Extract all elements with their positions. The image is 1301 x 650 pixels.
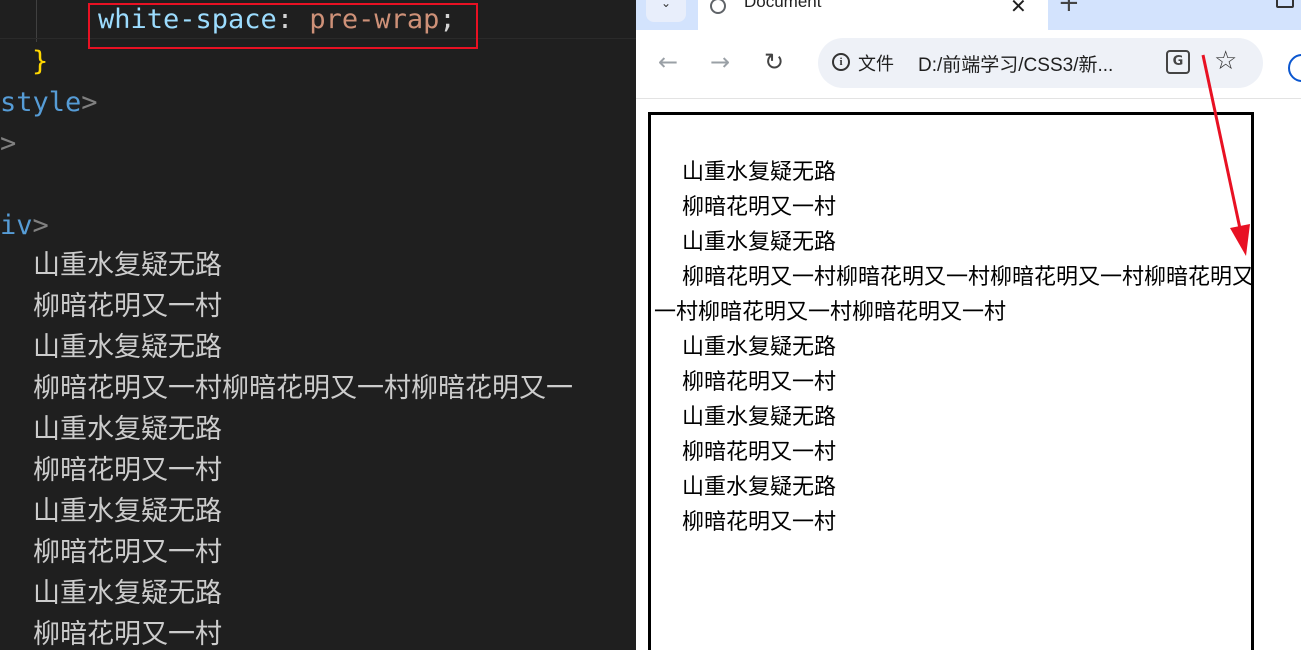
url-text[interactable]: D:/前端学习/CSS3/新... <box>918 50 1113 77</box>
tab-search-button[interactable]: ⌄ <box>646 0 686 22</box>
editor-text-line[interactable]: 柳暗花明又一村柳暗花明又一村柳暗花明又一 <box>33 369 573 409</box>
editor-text-line[interactable]: 山重水复疑无路 <box>33 246 222 286</box>
close-brace: } <box>32 46 49 77</box>
site-info-chip[interactable]: 文件 <box>858 50 894 76</box>
editor-text-line[interactable]: 柳暗花明又一村 <box>33 287 222 327</box>
editor-text-line[interactable]: 柳暗花明又一村 <box>33 533 222 573</box>
info-icon[interactable]: i <box>832 53 850 71</box>
tab-title: Document <box>744 0 822 11</box>
editor-text-line[interactable]: 山重水复疑无路 <box>33 574 222 614</box>
code-line-close-brace[interactable]: } <box>32 42 48 82</box>
editor-text-line[interactable]: 山重水复疑无路 <box>33 492 222 532</box>
tab-document[interactable]: Document ✕ <box>698 0 1048 30</box>
div-tag: iv <box>0 210 33 241</box>
address-bar[interactable]: i 文件 D:/前端学习/CSS3/新... G ☆ <box>818 38 1263 88</box>
star-icon[interactable]: ☆ <box>1214 46 1237 76</box>
profile-icon[interactable] <box>1288 54 1301 82</box>
angle-bracket: > <box>0 128 17 159</box>
code-editor[interactable]: white-space: pre-wrap; } style> > iv> 山重… <box>0 0 636 650</box>
code-line-style-close[interactable]: style> <box>0 83 98 123</box>
forward-button[interactable]: → <box>710 48 730 76</box>
demo-div-text: 山重水复疑无路 柳暗花明又一村 山重水复疑无路 柳暗花明又一村柳暗花明又一村柳暗… <box>654 160 1254 535</box>
chevron-down-icon: ⌄ <box>661 0 672 10</box>
editor-text-line[interactable]: 山重水复疑无路 <box>33 328 222 368</box>
browser-window: ⌄ Document ✕ + ← → ↻ i 文件 D:/前端学习/CSS3/新… <box>636 0 1301 650</box>
editor-text-line[interactable]: 柳暗花明又一村 <box>33 615 222 650</box>
page-viewport: 山重水复疑无路 柳暗花明又一村 山重水复疑无路 柳暗花明又一村柳暗花明又一村柳暗… <box>636 99 1301 650</box>
highlight-box <box>88 3 478 49</box>
style-tag: style <box>0 87 82 118</box>
browser-toolbar: ← → ↻ i 文件 D:/前端学习/CSS3/新... G ☆ <box>636 30 1301 99</box>
reload-button[interactable]: ↻ <box>764 48 784 76</box>
back-button[interactable]: ← <box>658 48 678 76</box>
code-line-head-close[interactable]: > <box>0 124 16 164</box>
tab-strip: ⌄ Document ✕ + <box>636 0 1301 30</box>
window-maximize-button[interactable] <box>1276 0 1294 8</box>
indent-guide <box>36 0 37 42</box>
close-icon[interactable]: ✕ <box>1010 0 1027 18</box>
angle-bracket: > <box>32 210 49 241</box>
new-tab-button[interactable]: + <box>1058 0 1080 18</box>
angle-bracket: > <box>81 87 98 118</box>
code-line-div-open[interactable]: iv> <box>0 206 49 246</box>
editor-text-line[interactable]: 山重水复疑无路 <box>33 410 222 450</box>
translate-icon[interactable]: G <box>1166 50 1190 74</box>
editor-text-line[interactable]: 柳暗花明又一村 <box>33 451 222 491</box>
demo-div: 山重水复疑无路 柳暗花明又一村 山重水复疑无路 柳暗花明又一村柳暗花明又一村柳暗… <box>648 112 1254 650</box>
globe-icon <box>710 0 726 14</box>
